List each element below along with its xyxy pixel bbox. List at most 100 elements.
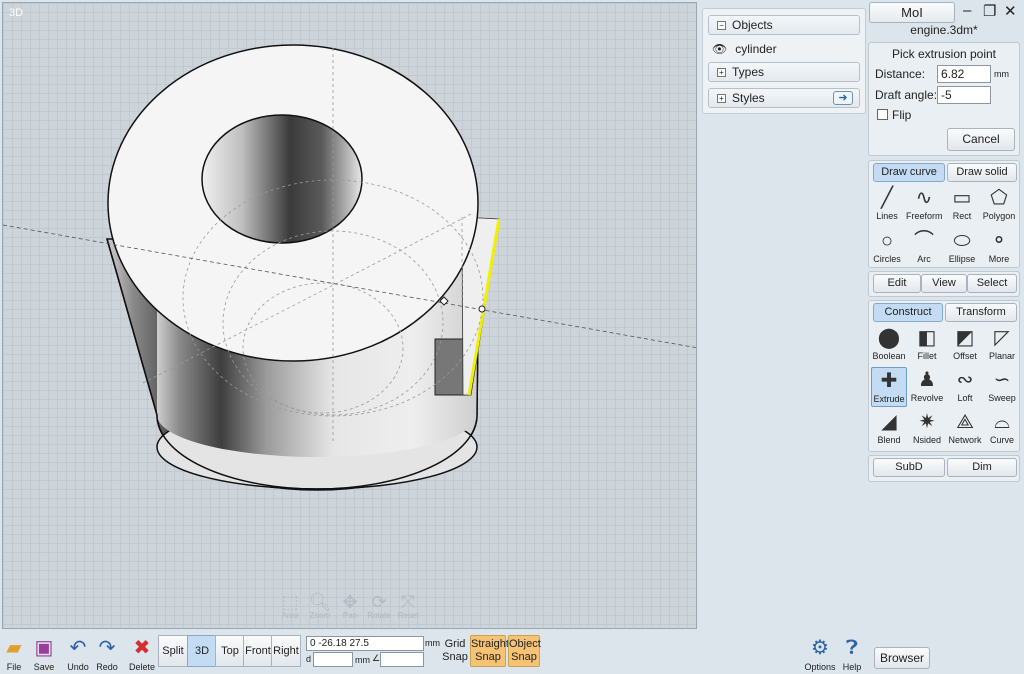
- more-icon: ⚬: [990, 230, 1008, 252]
- file-button[interactable]: ▰ File: [3, 636, 25, 672]
- tool-arc[interactable]: ⌒ Arc: [906, 228, 942, 268]
- tool-curve[interactable]: ⌓ Curve: [984, 409, 1020, 449]
- area-zoom-icon: ⬚: [281, 592, 299, 612]
- pan-control[interactable]: ✥ Pan: [336, 593, 364, 620]
- objects-tab[interactable]: − Objects: [708, 15, 860, 35]
- collapse-icon: −: [717, 21, 726, 31]
- tool-loft[interactable]: ∾ Loft: [947, 367, 983, 407]
- 3d-viewport[interactable]: 3D ⬚ Area 🔍︎ Zoom ✥ Pan ⟳ Rotate ⤧ Reset: [2, 2, 697, 629]
- delete-icon: ✖: [133, 637, 151, 659]
- tool-freeform[interactable]: ∿ Freeform: [906, 185, 943, 225]
- view-split-button[interactable]: Split: [158, 635, 188, 667]
- file-title: engine.3dm*: [910, 23, 978, 37]
- eye-icon[interactable]: 👁︎: [712, 42, 727, 56]
- tab-transform[interactable]: Transform: [945, 303, 1017, 322]
- draft-angle-input[interactable]: -5: [937, 86, 991, 104]
- view-right-button[interactable]: Right: [271, 635, 301, 667]
- fillet-icon: ◧: [917, 327, 937, 349]
- arc-icon: ⌒: [914, 230, 934, 252]
- view-front-button[interactable]: Front: [243, 635, 273, 667]
- rotate-control[interactable]: ⟳ Rotate: [365, 593, 393, 620]
- dim-button[interactable]: Dim: [947, 458, 1017, 477]
- tool-sweep[interactable]: ∽ Sweep: [984, 367, 1020, 407]
- tool-ellipse[interactable]: ⬭ Ellipse: [944, 228, 980, 268]
- cancel-button[interactable]: Cancel: [947, 128, 1015, 151]
- tab-construct[interactable]: Construct: [873, 303, 943, 322]
- tool-nsided[interactable]: ✷ Nsided: [909, 409, 945, 449]
- boolean-icon: ⬤: [877, 327, 901, 349]
- tool-more[interactable]: ⚬ More: [981, 228, 1017, 268]
- save-button[interactable]: ▣ Save: [31, 636, 57, 672]
- distance-coord-unit: mm: [355, 655, 370, 665]
- network-icon: ⟁: [956, 411, 974, 433]
- distance-input[interactable]: 6.82: [937, 65, 991, 83]
- gear-icon: ⚙: [811, 637, 829, 659]
- area-zoom-control[interactable]: ⬚ Area: [276, 593, 304, 620]
- tab-draw-curve[interactable]: Draw curve: [873, 163, 945, 182]
- view-button[interactable]: View: [921, 274, 967, 293]
- flip-checkbox[interactable]: [877, 109, 888, 120]
- redo-button[interactable]: ↷ Redo: [95, 636, 119, 672]
- app-menu-button[interactable]: MoI: [869, 2, 955, 23]
- offset-icon: ◩: [955, 327, 975, 349]
- folder-icon: ▰: [6, 637, 22, 659]
- help-button[interactable]: ❓︎ Help: [840, 636, 864, 672]
- minimize-icon[interactable]: –: [963, 2, 971, 19]
- ellipse-icon: ⬭: [953, 230, 971, 252]
- sweep-icon: ∽: [993, 369, 1011, 391]
- angle-coord-input[interactable]: [380, 652, 424, 667]
- tab-draw-solid[interactable]: Draw solid: [947, 163, 1017, 182]
- tool-fillet[interactable]: ◧ Fillet: [909, 325, 945, 365]
- restore-icon[interactable]: ❐: [983, 2, 996, 20]
- zoom-control[interactable]: 🔍︎ Zoom: [306, 593, 334, 620]
- undo-button[interactable]: ↶ Undo: [66, 636, 90, 672]
- tool-planar[interactable]: ◸ Planar: [984, 325, 1020, 365]
- curve-icon: ⌓: [994, 411, 1010, 433]
- subd-button[interactable]: SubD: [873, 458, 945, 477]
- expand-icon: +: [717, 68, 726, 78]
- object-snap-toggle[interactable]: Object Snap: [508, 635, 541, 667]
- select-button[interactable]: Select: [967, 274, 1017, 293]
- tool-network[interactable]: ⟁ Network: [947, 409, 983, 449]
- edit-button[interactable]: Edit: [873, 274, 921, 293]
- view-top-button[interactable]: Top: [215, 635, 245, 667]
- styles-tab[interactable]: + Styles ➜: [708, 88, 860, 108]
- distance-prefix: d: [306, 654, 312, 664]
- blend-icon: ◢: [881, 411, 897, 433]
- distance-unit: mm: [994, 69, 1009, 79]
- revolve-icon: ♟: [918, 369, 936, 391]
- tool-offset[interactable]: ◩ Offset: [947, 325, 983, 365]
- tool-extrude[interactable]: ✚ Extrude: [871, 367, 907, 407]
- distance-label: Distance:: [875, 67, 926, 81]
- tool-circles[interactable]: ○ Circles: [869, 228, 905, 268]
- planar-icon: ◸: [994, 327, 1010, 349]
- polygon-icon: ⬠: [990, 187, 1008, 209]
- browser-button[interactable]: Browser: [874, 647, 930, 669]
- tool-polygon[interactable]: ⬠ Polygon: [981, 185, 1017, 225]
- zoom-icon: 🔍︎: [308, 592, 332, 612]
- close-icon[interactable]: ✕: [1004, 2, 1017, 20]
- tool-lines[interactable]: ╱ Lines: [869, 185, 905, 225]
- view-3d-button[interactable]: 3D: [187, 635, 217, 667]
- tool-rect[interactable]: ▭ Rect: [944, 185, 980, 225]
- freeform-icon: ∿: [915, 187, 933, 209]
- redo-icon: ↷: [98, 637, 116, 659]
- grid-snap-toggle[interactable]: Grid Snap: [441, 638, 469, 664]
- tool-boolean[interactable]: ⬤ Boolean: [871, 325, 907, 365]
- delete-button[interactable]: ✖ Delete: [128, 636, 156, 672]
- object-item-cylinder[interactable]: 👁︎ cylinder: [706, 38, 864, 60]
- straight-snap-toggle[interactable]: Straight Snap: [470, 635, 509, 667]
- arrow-right-icon[interactable]: ➜: [833, 91, 853, 105]
- tool-blend[interactable]: ◢ Blend: [871, 409, 907, 449]
- draft-angle-label: Draft angle:: [875, 88, 938, 102]
- types-tab[interactable]: + Types: [708, 62, 860, 82]
- undo-icon: ↶: [69, 637, 87, 659]
- expand-icon: +: [717, 94, 726, 104]
- reset-control[interactable]: ⤧ Reset: [394, 593, 422, 620]
- options-button[interactable]: ⚙ Options: [804, 636, 836, 672]
- coordinate-input[interactable]: 0 -26.18 27.5: [306, 636, 424, 651]
- tool-revolve[interactable]: ♟ Revolve: [909, 367, 945, 407]
- circle-icon: ○: [880, 230, 894, 252]
- loft-icon: ∾: [956, 369, 974, 391]
- distance-coord-input[interactable]: [313, 652, 353, 667]
